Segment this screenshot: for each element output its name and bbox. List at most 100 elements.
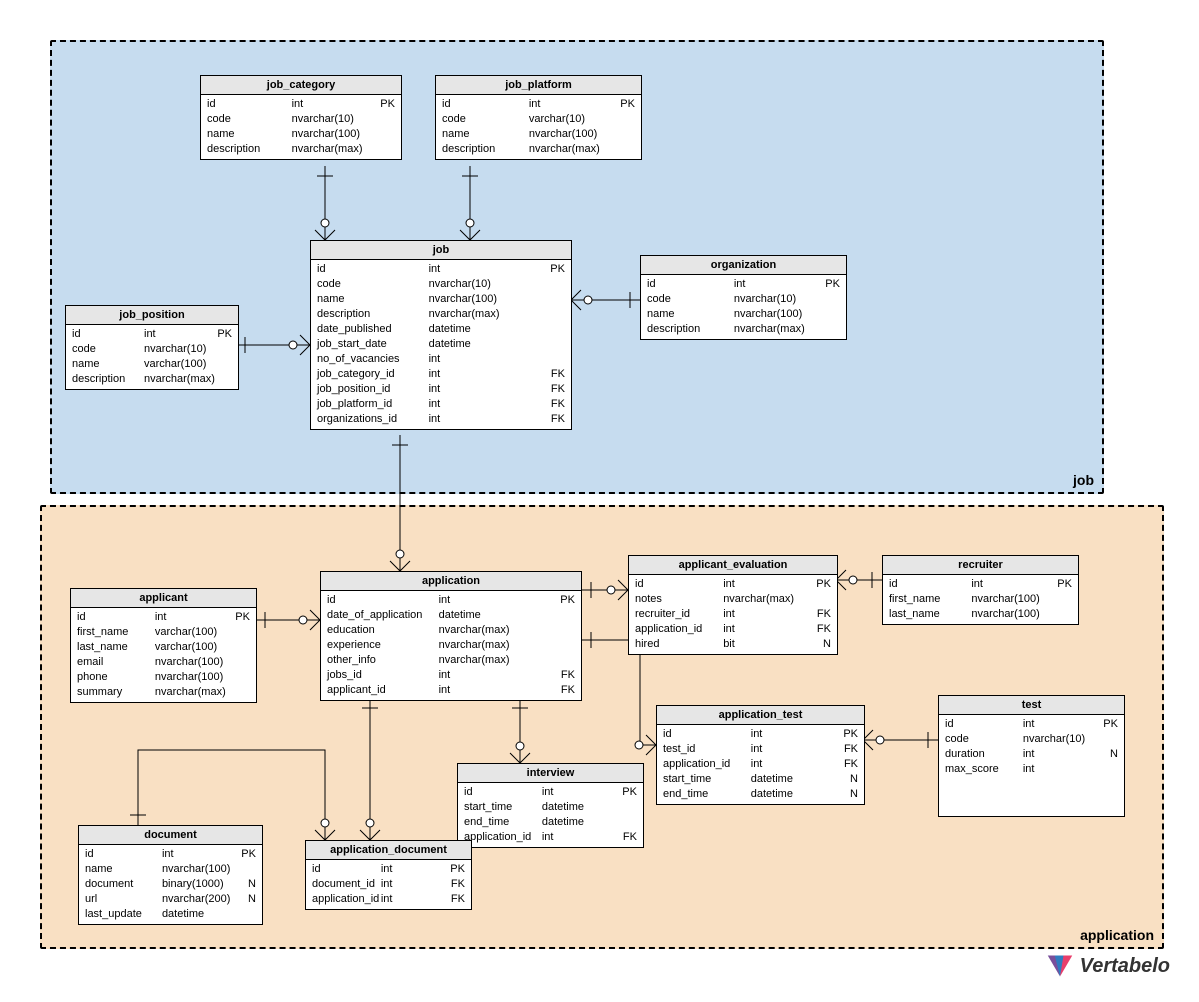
entity-column-row: descriptionnvarchar(max) — [442, 142, 635, 157]
region-label-job: job — [1073, 472, 1094, 488]
entity-body: idintPKtest_idintFKapplication_idintFKst… — [657, 725, 864, 804]
entity-body: idintPKstart_timedatetimeend_timedatetim… — [458, 783, 643, 847]
entity-column-row: job_position_idintFK — [317, 382, 565, 397]
entity-column-row: namenvarchar(100) — [442, 127, 635, 142]
entity-body: idintPKcodenvarchar(10)namenvarchar(100)… — [201, 95, 401, 159]
entity-column-row: notesnvarchar(max) — [635, 592, 831, 607]
entity-title: applicant_evaluation — [629, 556, 837, 575]
entity-column-row: descriptionnvarchar(max) — [72, 372, 232, 387]
entity-column-row: end_timedatetime — [464, 815, 637, 830]
entity-body: idintPKcodenvarchar(10)namevarchar(100)d… — [66, 325, 238, 389]
entity-test: testidintPKcodenvarchar(10)durationintNm… — [938, 695, 1125, 817]
entity-column-row: idintPK — [72, 327, 232, 342]
entity-column-row: idintPK — [85, 847, 256, 862]
entity-title: job_category — [201, 76, 401, 95]
entity-column-row: codenvarchar(10) — [647, 292, 840, 307]
entity-column-row: namenvarchar(100) — [317, 292, 565, 307]
entity-column-row: codenvarchar(10) — [72, 342, 232, 357]
entity-column-row: idintPK — [635, 577, 831, 592]
entity-job-platform: job_platform idintPKcodevarchar(10)namenv… — [435, 75, 642, 160]
entity-column-row: hiredbitN — [635, 637, 831, 652]
entity-column-row: idintPK — [317, 262, 565, 277]
entity-column-row: idintPK — [663, 727, 858, 742]
entity-column-row: idintPK — [442, 97, 635, 112]
region-label-application: application — [1080, 927, 1154, 943]
entity-title: job_position — [66, 306, 238, 325]
entity-column-row: end_timedatetimeN — [663, 787, 858, 802]
entity-title: job_platform — [436, 76, 641, 95]
entity-body: idintPKnamenvarchar(100)documentbinary(1… — [79, 845, 262, 924]
entity-column-row: application_idintFK — [635, 622, 831, 637]
entity-title: document — [79, 826, 262, 845]
entity-column-row: idintPK — [312, 862, 465, 877]
entity-organization: organizationidintPKcodenvarchar(10)namen… — [640, 255, 847, 340]
entity-column-row: jobs_idintFK — [327, 668, 575, 683]
entity-application-document: application_document idintPKdocument_idin… — [305, 840, 472, 910]
entity-column-row: codenvarchar(10) — [207, 112, 395, 127]
er-diagram: job application — [20, 20, 1180, 980]
entity-column-row: start_timedatetime — [464, 800, 637, 815]
entity-column-row: applicant_idintFK — [327, 683, 575, 698]
entity-column-row: urlnvarchar(200)N — [85, 892, 256, 907]
entity-job-position: job_positionidintPKcodenvarchar(10)namev… — [65, 305, 239, 390]
entity-column-row: last_updatedatetime — [85, 907, 256, 922]
entity-column-row: namenvarchar(100) — [207, 127, 395, 142]
entity-application-test: application_testidintPKtest_idintFKappli… — [656, 705, 865, 805]
entity-body: idintPKcodenvarchar(10)namenvarchar(100)… — [311, 260, 571, 429]
entity-column-row: descriptionnvarchar(max) — [317, 307, 565, 322]
entity-recruiter: recruiteridintPKfirst_namenvarchar(100)l… — [882, 555, 1079, 625]
entity-column-row: namenvarchar(100) — [85, 862, 256, 877]
entity-column-row: descriptionnvarchar(max) — [647, 322, 840, 337]
entity-interview: interviewidintPKstart_timedatetimeend_ti… — [457, 763, 644, 848]
vertabelo-logo-icon — [1046, 952, 1074, 980]
entity-column-row: organizations_idintFK — [317, 412, 565, 427]
entity-column-row: educationnvarchar(max) — [327, 623, 575, 638]
entity-body: idintPKcodenvarchar(10)durationintNmax_s… — [939, 715, 1124, 779]
entity-column-row: max_scoreint — [945, 762, 1118, 777]
entity-column-row: namevarchar(100) — [72, 357, 232, 372]
entity-column-row: application_idintFK — [464, 830, 637, 845]
entity-column-row: idintPK — [464, 785, 637, 800]
entity-column-row: job_start_datedatetime — [317, 337, 565, 352]
entity-column-row: idintPK — [77, 610, 250, 625]
entity-column-row: recruiter_idintFK — [635, 607, 831, 622]
entity-column-row: job_platform_idintFK — [317, 397, 565, 412]
entity-body: idintPKdate_of_applicationdatetimeeducat… — [321, 591, 581, 700]
entity-applicant-evaluation: applicant_evaluation idintPKnotesnvarchar… — [628, 555, 838, 655]
entity-column-row: emailnvarchar(100) — [77, 655, 250, 670]
entity-column-row: date_publisheddatetime — [317, 322, 565, 337]
entity-column-row: durationintN — [945, 747, 1118, 762]
entity-title: application_document — [306, 841, 471, 860]
entity-column-row: idintPK — [889, 577, 1072, 592]
entity-column-row: test_idintFK — [663, 742, 858, 757]
vertabelo-logo-text: Vertabelo — [1080, 955, 1170, 978]
entity-column-row: phonenvarchar(100) — [77, 670, 250, 685]
entity-job: jobidintPKcodenvarchar(10)namenvarchar(1… — [310, 240, 572, 430]
entity-body: idintPKfirst_namevarchar(100)last_nameva… — [71, 608, 256, 702]
entity-column-row: summarynvarchar(max) — [77, 685, 250, 700]
entity-title: recruiter — [883, 556, 1078, 575]
entity-title: interview — [458, 764, 643, 783]
entity-column-row: experiencenvarchar(max) — [327, 638, 575, 653]
entity-column-row: descriptionnvarchar(max) — [207, 142, 395, 157]
entity-title: test — [939, 696, 1124, 715]
entity-column-row: other_infonvarchar(max) — [327, 653, 575, 668]
entity-column-row: document_idintFK — [312, 877, 465, 892]
entity-applicant: applicantidintPKfirst_namevarchar(100)la… — [70, 588, 257, 703]
entity-application: applicationidintPKdate_of_applicationdat… — [320, 571, 582, 701]
entity-title: application_test — [657, 706, 864, 725]
entity-title: organization — [641, 256, 846, 275]
entity-column-row: idintPK — [647, 277, 840, 292]
entity-column-row: codenvarchar(10) — [945, 732, 1118, 747]
entity-column-row: application_idintFK — [663, 757, 858, 772]
entity-column-row: first_namenvarchar(100) — [889, 592, 1072, 607]
entity-column-row: no_of_vacanciesint — [317, 352, 565, 367]
entity-column-row: job_category_idintFK — [317, 367, 565, 382]
entity-column-row: codevarchar(10) — [442, 112, 635, 127]
entity-column-row: last_namevarchar(100) — [77, 640, 250, 655]
entity-body: idintPKfirst_namenvarchar(100)last_namen… — [883, 575, 1078, 624]
entity-job-category: job_categoryidintPKcodenvarchar(10)namen… — [200, 75, 402, 160]
entity-column-row: application_idintFK — [312, 892, 465, 907]
entity-title: application — [321, 572, 581, 591]
entity-title: applicant — [71, 589, 256, 608]
